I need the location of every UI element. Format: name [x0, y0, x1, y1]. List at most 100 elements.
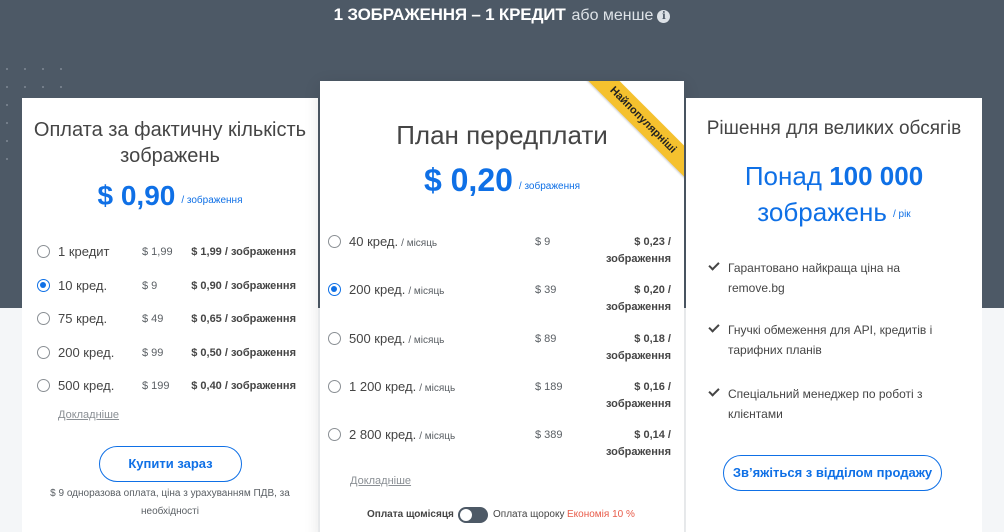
option-price: $ 199	[142, 380, 170, 392]
radio-button[interactable]	[328, 331, 341, 345]
price-unit: / зображення	[518, 181, 581, 192]
option-per-image-unit: зображення	[605, 349, 671, 362]
option-price: $ 9	[535, 236, 551, 248]
option-credits: 200 кред.	[349, 282, 406, 298]
footnote-line-2: необхідності	[141, 506, 199, 517]
billing-toggle-row: Оплата щомісяця Оплата щороку Економія 1…	[320, 507, 684, 525]
credit-option[interactable]: 10 кред. $ 9 $ 0,90 / зображення	[22, 276, 318, 296]
credit-option[interactable]: 1 кредит $ 1,99 $ 1,99 / зображення	[22, 242, 318, 262]
option-per-image: $ 0,23 / зображення	[606, 234, 671, 268]
radio-button[interactable]	[328, 235, 341, 248]
option-per-image: $ 0,20 / зображення	[606, 282, 671, 316]
volume-unit: / рік	[892, 209, 911, 220]
heading-subtitle: або менше	[571, 7, 654, 24]
checkmark-icon	[708, 260, 720, 272]
radio-button[interactable]	[328, 428, 341, 442]
enterprise-card: Рішення для великих обсягів Понад 100 00…	[686, 98, 982, 532]
feature-item: Гарантовано найкраща ціна на remove.bg	[708, 258, 968, 298]
pay-as-you-go-details-link[interactable]: Докладніше	[58, 409, 119, 421]
feature-item: Гнучкі обмеження для API, кредитів і тари…	[708, 320, 968, 360]
subscription-option[interactable]: 2 800 кред. / місяць $ 389 $ 0,14 / зображен…	[320, 425, 684, 461]
billing-period-toggle[interactable]	[458, 507, 488, 523]
checkmark-icon	[708, 386, 720, 398]
radio-button[interactable]	[37, 245, 50, 258]
checkmark-icon	[708, 322, 720, 334]
feature-item: Спеціальний менеджер по роботі з клієнтам…	[708, 384, 968, 424]
option-label: 75 кред.	[58, 311, 108, 326]
option-period: / місяць	[401, 238, 438, 249]
option-per-image-value: $ 0,18 /	[634, 332, 671, 345]
radio-button[interactable]	[37, 312, 50, 325]
option-per-image: $ 0,40 / зображення	[191, 380, 296, 392]
option-label: 2 800 кред. / місяць	[349, 427, 455, 442]
option-price: $ 389	[535, 429, 563, 442]
radio-button[interactable]	[328, 283, 341, 297]
pay-as-you-go-footnote: $ 9 одноразова оплата, ціна з урахування…	[22, 485, 318, 521]
option-price: $ 189	[535, 380, 563, 393]
subscription-option[interactable]: 200 кред. / місяць $ 39 $ 0,20 / зображення	[320, 280, 684, 316]
option-per-image: $ 0,14 / зображення	[606, 427, 671, 461]
option-price: $ 49	[142, 313, 164, 325]
option-price: $ 9	[142, 279, 158, 292]
subscription-details-link[interactable]: Докладніше	[350, 475, 411, 487]
heading-title: 1 ЗОБРАЖЕННЯ – 1 КРЕДИТ	[333, 5, 566, 24]
radio-button[interactable]	[328, 379, 341, 393]
option-per-image: $ 0,50 / зображення	[191, 346, 296, 359]
billing-yearly-label: Оплата щороку	[493, 509, 565, 520]
option-per-image-unit: зображення	[605, 397, 671, 410]
option-label: 200 кред.	[58, 344, 115, 360]
option-period: / місяць	[408, 286, 445, 298]
price-unit: / зображення	[181, 195, 243, 206]
option-per-image-value: $ 0,23 /	[634, 236, 671, 248]
contact-sales-button[interactable]: Зв’яжіться з відділом продажу	[723, 455, 942, 491]
option-credits: 40 кред.	[349, 234, 399, 249]
option-per-image-value: $ 0,14 /	[634, 429, 671, 442]
subscription-option[interactable]: 40 кред. / місяць $ 9 $ 0,23 / зображення	[320, 232, 684, 268]
credit-option[interactable]: 200 кред. $ 99 $ 0,50 / зображення	[22, 343, 318, 363]
radio-button[interactable]	[37, 379, 50, 392]
buy-now-button[interactable]: Купити зараз	[99, 446, 242, 482]
credit-option[interactable]: 75 кред. $ 49 $ 0,65 / зображення	[22, 309, 318, 329]
option-label: 10 кред.	[58, 277, 108, 293]
price-amount: $ 0,20	[423, 162, 513, 198]
info-icon[interactable]: i	[657, 10, 671, 23]
option-per-image-unit: зображення	[605, 446, 671, 459]
option-per-image: $ 0,90 / зображення	[191, 279, 296, 292]
billing-monthly-label: Оплата щомісяця	[367, 509, 454, 520]
option-period: / місяць	[419, 431, 456, 443]
option-period: / місяць	[408, 334, 445, 346]
option-period: / місяць	[419, 382, 456, 394]
option-price: $ 99	[142, 346, 164, 359]
enterprise-title: Рішення для великих обсягів	[706, 118, 962, 139]
option-price: $ 1,99	[142, 246, 173, 258]
option-per-image-value: $ 0,20 /	[634, 284, 671, 297]
subscription-title: План передплати	[396, 120, 608, 150]
feature-line-2: клієнтами	[728, 407, 783, 421]
option-per-image: $ 0,65 / зображення	[191, 313, 296, 325]
feature-line-2: remove.bg	[728, 281, 785, 295]
feature-line-2: тарифних планів	[728, 343, 822, 357]
radio-button[interactable]	[37, 278, 50, 292]
credit-option[interactable]: 500 кред. $ 199 $ 0,40 / зображення	[22, 376, 318, 396]
pay-as-you-go-card: Оплата за фактичну кількість зображень $…	[22, 98, 318, 532]
billing-save-label: Економія 10 %	[567, 509, 635, 520]
volume-number: 100 000	[829, 161, 924, 191]
option-label: 1 200 кред. / місяць	[349, 379, 455, 394]
pay-as-you-go-price: $ 0,90 / зображення	[22, 180, 318, 212]
option-per-image: $ 0,16 / зображення	[606, 379, 671, 413]
option-credits: 1 200 кред.	[349, 378, 417, 394]
option-per-image: $ 0,18 / зображення	[606, 331, 671, 365]
enterprise-volume: Понад 100 000 зображень / рік	[686, 158, 982, 233]
option-price: $ 39	[535, 284, 557, 297]
volume-prefix: Понад	[744, 161, 822, 191]
option-credits: 2 800 кред.	[349, 427, 417, 443]
subscription-option[interactable]: 1 200 кред. / місяць $ 189 $ 0,16 / зображен…	[320, 377, 684, 413]
option-credits: 500 кред.	[349, 330, 406, 346]
option-per-image-value: $ 0,16 /	[634, 380, 671, 393]
radio-button[interactable]	[37, 345, 50, 359]
subscription-option[interactable]: 500 кред. / місяць $ 89 $ 0,18 / зображення	[320, 329, 684, 365]
option-label: 200 кред. / місяць	[349, 282, 444, 297]
option-price: $ 89	[535, 332, 557, 345]
pay-as-you-go-title: Оплата за фактичну кількість зображень	[33, 119, 307, 167]
subscription-card: Найпопулярніші План передплати $ 0,20/ з…	[320, 81, 684, 532]
